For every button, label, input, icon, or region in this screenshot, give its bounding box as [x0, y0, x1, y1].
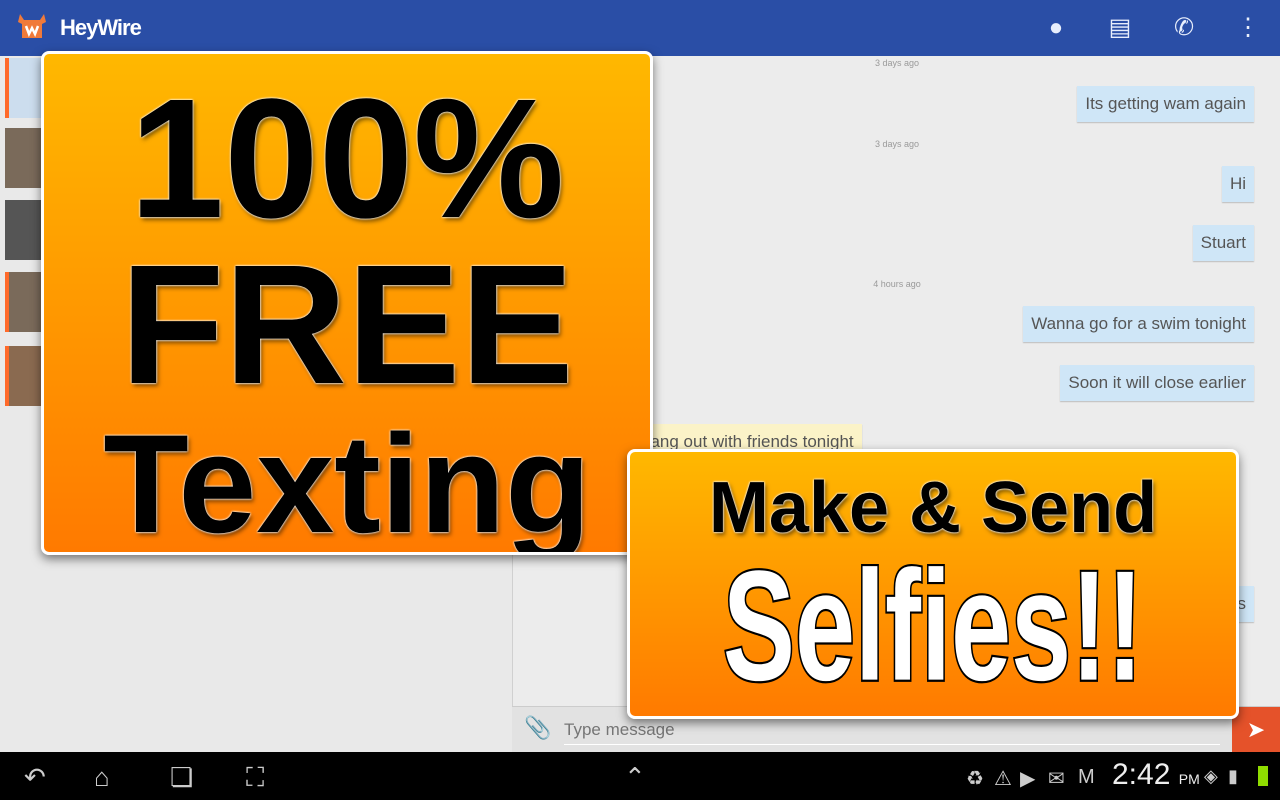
- app-title: HeyWire: [60, 15, 142, 40]
- recycle-icon: ♻: [966, 768, 984, 790]
- message-bubble: Its getting wam again: [1077, 86, 1254, 122]
- message-input[interactable]: [564, 715, 1220, 745]
- heywire-logo-icon: [18, 14, 46, 38]
- promo-line: Texting: [103, 405, 591, 555]
- promo-line: Selfies!!: [721, 537, 1144, 713]
- home-icon[interactable]: ⌂: [94, 762, 110, 793]
- message-bubble: Wanna go for a swim tonight: [1023, 306, 1254, 342]
- chevron-up-icon[interactable]: ⌃: [624, 762, 646, 793]
- new-message-icon[interactable]: ▤: [1106, 14, 1134, 42]
- message-bubble: Soon it will close earlier: [1060, 365, 1254, 401]
- contact-twitter[interactable]: [5, 58, 41, 118]
- warning-icon: ⚠: [994, 768, 1012, 790]
- contact-icon[interactable]: ●: [1042, 14, 1070, 42]
- battery-icon: [1258, 766, 1268, 786]
- system-navbar: ↶ ⌂ ❏ ⛶ ⌃ ♻ ⚠ ▶ ✉ M 2:42 PM ◈ ▮: [0, 752, 1280, 800]
- message-bubble: Hi: [1221, 166, 1254, 202]
- promo-banner-selfies: Make & Send Selfies!!: [627, 449, 1239, 719]
- overflow-menu-icon[interactable]: ⋮: [1234, 14, 1262, 42]
- clock-time: 2:42: [1112, 758, 1171, 791]
- back-icon[interactable]: ↶: [24, 762, 46, 793]
- contact-item[interactable]: [5, 272, 41, 332]
- signal-icon: ▮: [1228, 766, 1238, 786]
- send-button[interactable]: ➤: [1232, 707, 1280, 753]
- promo-line: FREE: [120, 230, 574, 420]
- contact-item[interactable]: [5, 346, 41, 406]
- gmail-icon: M: [1078, 766, 1095, 788]
- promo-banner-free-texting: 100% FREE Texting: [41, 51, 653, 555]
- promo-line: Make & Send: [708, 468, 1158, 548]
- email-icon: ✉: [1048, 768, 1065, 790]
- contact-item[interactable]: [5, 200, 41, 260]
- message-bubble: Stuart: [1192, 225, 1254, 261]
- play-store-icon: ▶: [1020, 768, 1036, 790]
- clock-ampm: PM: [1178, 771, 1200, 787]
- attach-icon[interactable]: 📎: [524, 715, 551, 741]
- screenshot-icon[interactable]: ⛶: [246, 762, 264, 794]
- recent-apps-icon[interactable]: ❏: [170, 762, 193, 793]
- app-toolbar: HeyWire ● ▤ ✆ ⋮: [0, 0, 1280, 56]
- wifi-icon: ◈: [1204, 766, 1218, 786]
- promo-line: 100%: [129, 64, 565, 254]
- contact-item[interactable]: [5, 128, 41, 188]
- phone-icon[interactable]: ✆: [1170, 14, 1198, 42]
- clock: 2:42 PM: [1112, 758, 1200, 792]
